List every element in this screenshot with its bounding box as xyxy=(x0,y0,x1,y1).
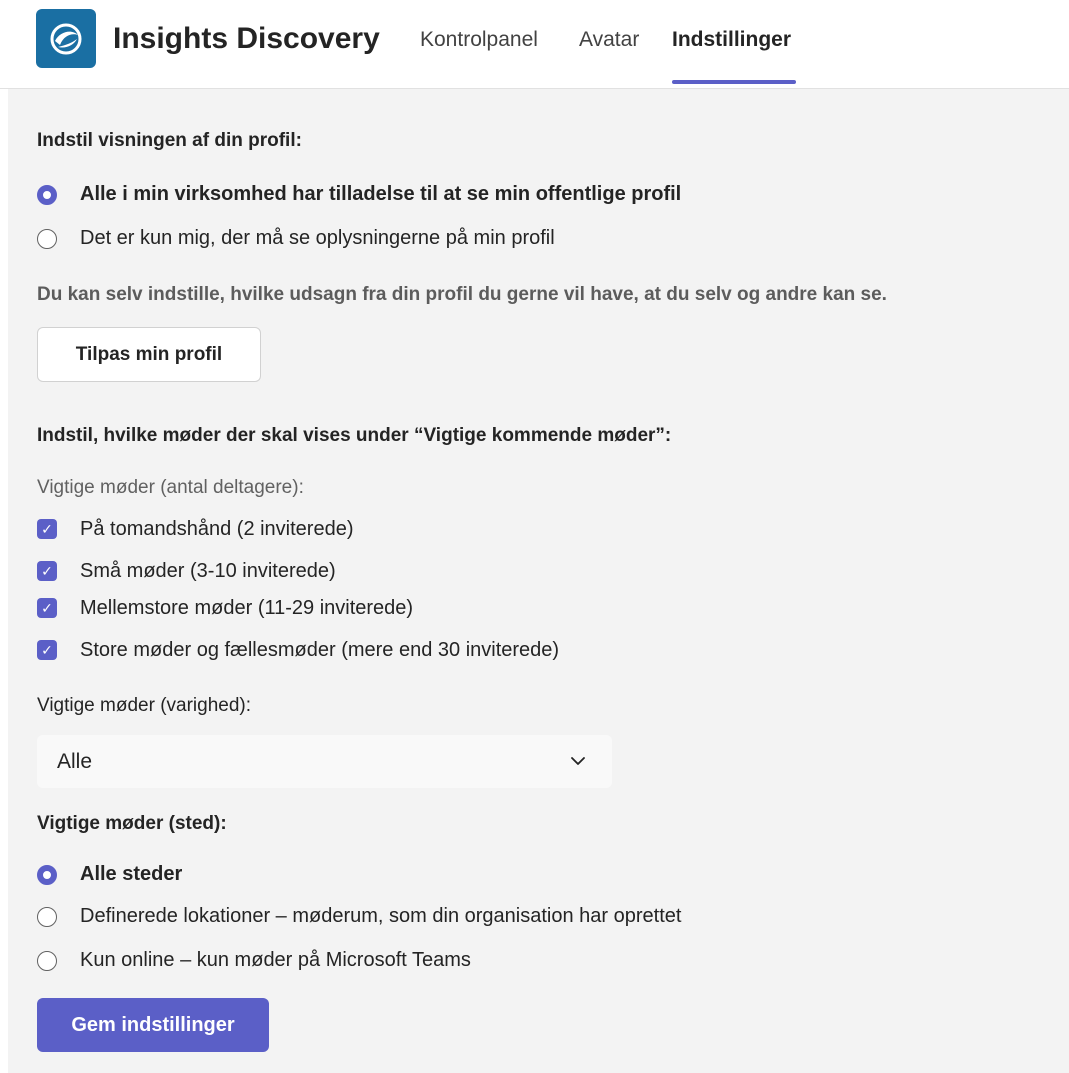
duration-label: Vigtige møder (varighed): xyxy=(37,695,252,716)
tab-indstillinger[interactable]: Indstillinger xyxy=(672,28,791,52)
app-header: Insights Discovery Kontrolpanel Avatar I… xyxy=(0,0,1069,89)
radio-public-profile-label[interactable]: Alle i min virksomhed har tilladelse til… xyxy=(80,183,681,206)
radio-online-only-label[interactable]: Kun online – kun møder på Microsoft Team… xyxy=(80,949,471,972)
insights-logo-icon xyxy=(36,9,96,68)
save-settings-button[interactable]: Gem indstillinger xyxy=(37,998,269,1052)
profile-description: Du kan selv indstille, hvilke udsagn fra… xyxy=(37,284,887,305)
attendees-label: Vigtige møder (antal deltagere): xyxy=(37,477,304,498)
active-tab-indicator xyxy=(672,80,796,84)
checkbox-large-meetings-label[interactable]: Store møder og fællesmøder (mere end 30 … xyxy=(80,639,559,662)
checkbox-large-meetings[interactable]: ✓ xyxy=(37,640,57,660)
radio-all-locations[interactable] xyxy=(37,865,57,885)
checkbox-medium-meetings[interactable]: ✓ xyxy=(37,598,57,618)
checkbox-small-meetings[interactable]: ✓ xyxy=(37,561,57,581)
checkbox-medium-meetings-label[interactable]: Mellemstore møder (11-29 inviterede) xyxy=(80,597,413,620)
radio-defined-locations[interactable] xyxy=(37,907,57,927)
radio-online-only[interactable] xyxy=(37,951,57,971)
radio-public-profile[interactable] xyxy=(37,185,57,205)
profile-visibility-heading: Indstil visningen af din profil: xyxy=(37,130,302,151)
meetings-heading: Indstil, hvilke møder der skal vises und… xyxy=(37,425,672,446)
duration-select-value: Alle xyxy=(57,750,93,773)
checkbox-small-meetings-label[interactable]: Små møder (3-10 inviterede) xyxy=(80,560,336,583)
checkbox-one-on-one[interactable]: ✓ xyxy=(37,519,57,539)
radio-private-profile[interactable] xyxy=(37,229,57,249)
duration-select[interactable]: Alle xyxy=(37,735,612,788)
checkbox-one-on-one-label[interactable]: På tomandshånd (2 inviterede) xyxy=(80,518,354,541)
app-title: Insights Discovery xyxy=(113,22,380,55)
location-label: Vigtige møder (sted): xyxy=(37,813,227,834)
radio-defined-locations-label[interactable]: Definerede lokationer – møderum, som din… xyxy=(80,905,681,928)
tab-kontrolpanel[interactable]: Kontrolpanel xyxy=(420,28,538,52)
radio-private-profile-label[interactable]: Det er kun mig, der må se oplysningerne … xyxy=(80,227,555,250)
customize-profile-button[interactable]: Tilpas min profil xyxy=(37,327,261,382)
chevron-down-icon xyxy=(571,757,585,765)
tab-avatar[interactable]: Avatar xyxy=(579,28,639,52)
radio-all-locations-label[interactable]: Alle steder xyxy=(80,863,182,886)
